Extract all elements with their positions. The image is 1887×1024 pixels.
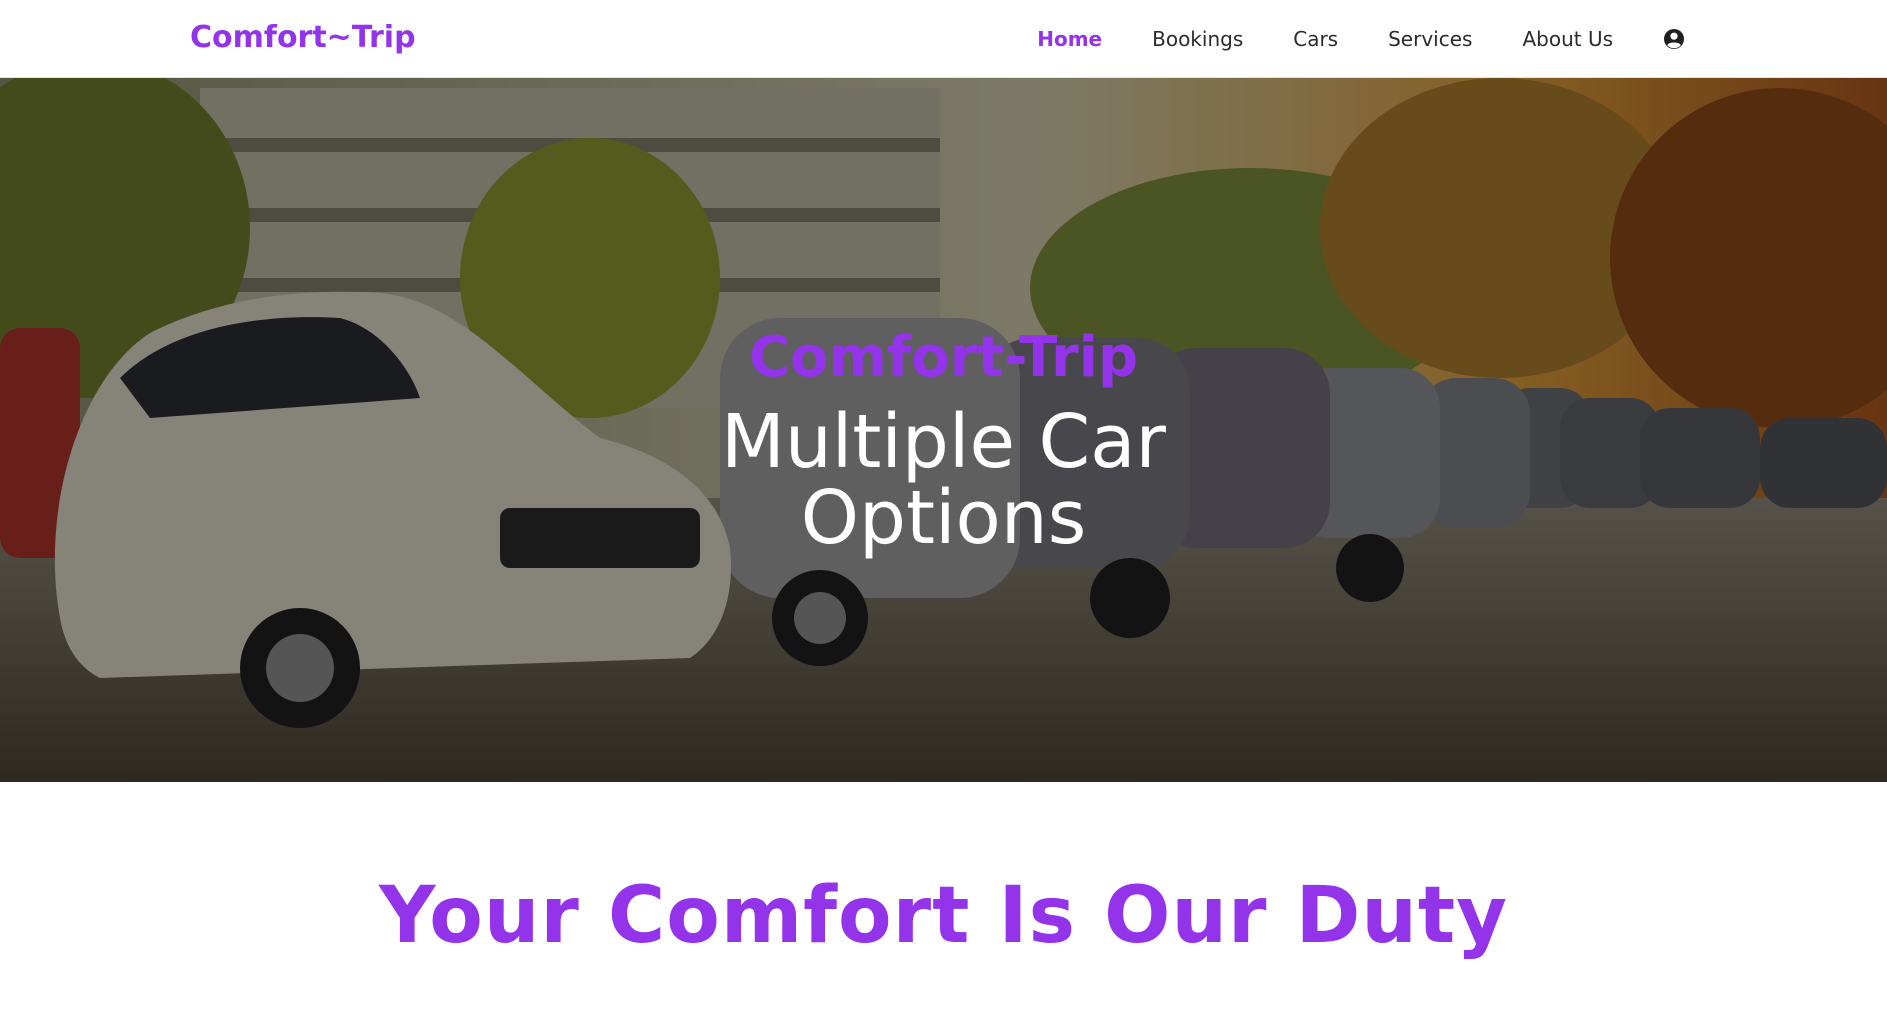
hero-text-block: Comfort-Trip Multiple Car Options xyxy=(0,325,1887,561)
nav-item-services[interactable]: Services xyxy=(1388,27,1472,51)
nav-item-home[interactable]: Home xyxy=(1037,27,1102,51)
section-tagline: Your Comfort Is Our Duty xyxy=(378,871,1509,961)
hero-headline: Multiple Car Options xyxy=(721,399,1166,561)
user-circle-icon[interactable] xyxy=(1663,28,1685,50)
nav-item-bookings[interactable]: Bookings xyxy=(1152,27,1243,51)
top-navbar: Comfort~Trip Home Bookings Cars Services… xyxy=(0,0,1887,78)
nav-item-about-us[interactable]: About Us xyxy=(1522,27,1613,51)
brand-logo-link[interactable]: Comfort~Trip xyxy=(190,20,416,55)
hero-brand-title: Comfort-Trip xyxy=(748,325,1139,390)
nav-item-cars[interactable]: Cars xyxy=(1293,27,1338,51)
nav-links: Home Bookings Cars Services About Us xyxy=(987,0,1685,78)
hero-banner: Comfort-Trip Multiple Car Options xyxy=(0,78,1887,782)
